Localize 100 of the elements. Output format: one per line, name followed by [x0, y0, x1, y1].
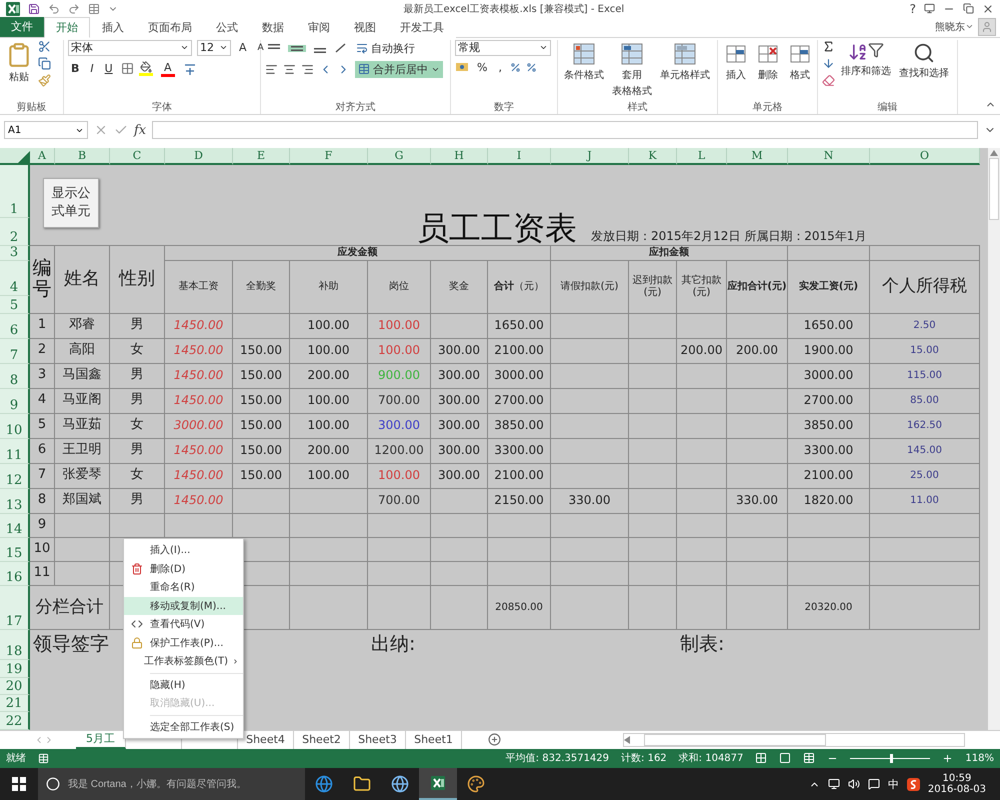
table-cell: 1820.00	[788, 488, 870, 514]
column-header[interactable]: F	[290, 148, 368, 165]
table-cell: 男	[110, 314, 165, 339]
number-format-field[interactable]: 常规	[455, 40, 551, 56]
row-header[interactable]: 3	[0, 246, 30, 261]
shrink-font-button[interactable]: A	[254, 42, 267, 54]
help-button[interactable]: ?	[910, 2, 916, 16]
input-method-indicator[interactable]: 中	[888, 776, 899, 792]
user-name[interactable]: 熊晓东	[935, 20, 965, 34]
row-header[interactable]: 2	[0, 218, 30, 246]
comma-button[interactable]: ,	[495, 60, 505, 75]
wrap-text-button[interactable]: 自动换行	[353, 40, 418, 57]
row-header[interactable]: 10	[0, 414, 30, 439]
merge-center-button[interactable]: 合并后居中	[355, 60, 443, 78]
insert-function-button[interactable]: fx	[134, 122, 146, 138]
row-header[interactable]: 9	[0, 388, 30, 414]
row-header[interactable]: 20	[0, 678, 30, 695]
column-header[interactable]: L	[677, 148, 727, 165]
column-header[interactable]: E	[233, 148, 290, 165]
table-cell: 300.00	[431, 338, 488, 364]
row-header[interactable]: 15	[0, 538, 30, 562]
cells-button[interactable]: 插入	[722, 40, 750, 84]
row-header[interactable]: 7	[0, 338, 30, 364]
font-name-field[interactable]: 宋体	[68, 40, 192, 56]
paste-button[interactable]: 粘贴	[4, 40, 34, 86]
table-cell: 2700.00	[488, 388, 551, 414]
row-header[interactable]: 12	[0, 464, 30, 489]
style-button[interactable]: 套用 表格格式	[610, 40, 654, 100]
group-label: 单元格	[752, 100, 784, 114]
row-header[interactable]: 1	[0, 164, 30, 218]
group-label: 样式	[626, 100, 648, 114]
issue-date-text: 发放日期：2015年2月12日 所属日期：2015年1月	[591, 228, 866, 245]
file-tab[interactable]: 文件	[0, 17, 44, 37]
column-header[interactable]: A	[30, 148, 55, 165]
row-header[interactable]: 4	[0, 260, 30, 296]
table-cell: 马国鑫	[55, 364, 110, 389]
italic-button[interactable]: I	[87, 61, 97, 76]
bold-button[interactable]: B	[68, 61, 82, 76]
row-header[interactable]: 19	[0, 660, 30, 678]
ribbon-tab[interactable]: 开始	[44, 17, 90, 38]
menu-item[interactable]: 隐藏(H)	[124, 676, 243, 694]
column-header[interactable]: G	[368, 148, 431, 165]
sort-filter-button[interactable]: 排序和筛选	[839, 40, 893, 80]
search-input[interactable]: 我是 Cortana，小娜。有问题尽管问我。	[66, 778, 305, 791]
menu-item[interactable]: 查看代码(V)	[124, 615, 243, 634]
clock[interactable]: 10:59 2016-08-03	[928, 773, 986, 796]
grow-font-button[interactable]: A	[236, 40, 250, 56]
table-cell: 100.00	[290, 388, 368, 414]
table-cell: 100.00	[290, 338, 368, 364]
table-cell: 3	[30, 364, 55, 389]
menu-item[interactable]: 插入(I)...	[124, 541, 243, 560]
header-cell: 迟到扣款(元)	[629, 260, 677, 314]
column-header[interactable]: O	[870, 148, 980, 165]
column-header[interactable]: B	[55, 148, 110, 165]
row-header[interactable]: 14	[0, 514, 30, 538]
window-title: 最新员工excel工资表模板.xls [兼容模式] - Excel	[402, 2, 626, 16]
row-header[interactable]: 8	[0, 364, 30, 389]
menu-item[interactable]: 重命名(R)	[124, 578, 243, 596]
table-cell: 1450.00	[165, 438, 233, 464]
table-cell: 100.00	[290, 464, 368, 489]
menu-item[interactable]: 保护工作表(P)...	[124, 634, 243, 652]
find-select-button[interactable]: 查找和选择	[897, 40, 951, 82]
column-header[interactable]: M	[727, 148, 788, 165]
row-header[interactable]: 18	[0, 630, 30, 660]
column-header[interactable]: N	[788, 148, 870, 165]
column-header[interactable]: K	[629, 148, 677, 165]
formula-display-button[interactable]: 显示公式单元	[43, 178, 99, 228]
cells-button[interactable]: 删除	[754, 40, 782, 84]
group-label: 数字	[493, 100, 515, 114]
column-header[interactable]: C	[110, 148, 165, 165]
row-header[interactable]: 13	[0, 488, 30, 514]
menu-item[interactable]: 移动或复制(M)...	[124, 596, 243, 615]
row-header[interactable]: 11	[0, 438, 30, 464]
row-header[interactable]: 5	[0, 296, 30, 314]
search-box[interactable]: 我是 Cortana，小娜。有问题尽管问我。	[38, 768, 305, 800]
row-header[interactable]: 6	[0, 314, 30, 339]
font-color-button[interactable]: A	[158, 60, 178, 78]
column-header[interactable]: J	[551, 148, 629, 165]
header-cell: 应扣合计(元)	[727, 260, 788, 314]
column-header[interactable]: D	[165, 148, 233, 165]
row-header[interactable]: 21	[0, 694, 30, 712]
menu-item[interactable]: 工作表标签颜色(T)	[124, 652, 243, 670]
column-header[interactable]: I	[488, 148, 551, 165]
zoom-level[interactable]: 118%	[965, 752, 994, 764]
font-size-field[interactable]: 12	[197, 40, 231, 56]
column-header[interactable]: H	[431, 148, 488, 165]
style-button[interactable]: 条件格式	[562, 40, 606, 84]
menu-item[interactable]: 删除(D)	[124, 560, 243, 578]
row-header[interactable]: 17	[0, 586, 30, 630]
percent-button[interactable]: %	[474, 60, 490, 75]
table-cell: 王卫明	[55, 438, 110, 464]
style-button[interactable]: 单元格样式	[658, 40, 712, 84]
table-cell: 300.00	[431, 414, 488, 439]
table-cell: 男	[110, 364, 165, 389]
sheet-tab[interactable]: 5月工	[76, 730, 126, 749]
cells-button[interactable]: 格式	[786, 40, 814, 84]
underline-button[interactable]: U	[102, 61, 116, 76]
name-box[interactable]: A1	[4, 121, 88, 140]
row-header[interactable]: 16	[0, 562, 30, 586]
row-header[interactable]: 22	[0, 712, 30, 730]
